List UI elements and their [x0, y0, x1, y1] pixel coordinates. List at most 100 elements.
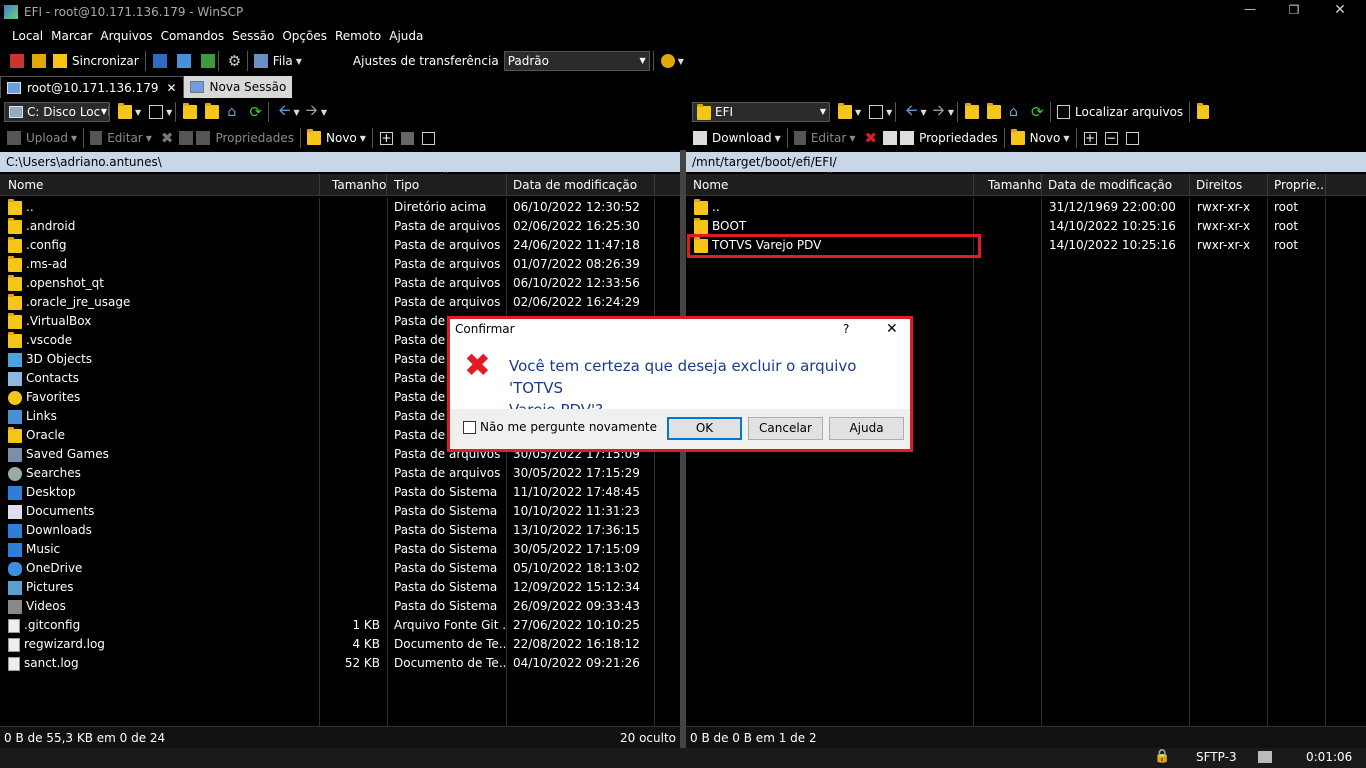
file-row[interactable]: regwizard.log 4 KB Documento de Te... 22/08… [0, 635, 680, 654]
new-button[interactable]: Novo ▼ [1008, 127, 1073, 149]
file-row[interactable]: Pictures Pasta do Sistema 12/09/2022 15:12… [0, 578, 680, 597]
unselect-icon[interactable] [400, 131, 414, 145]
menu-arquivos[interactable]: Arquivos [100, 29, 152, 43]
filter-select-icon[interactable] [421, 131, 435, 145]
putty-icon[interactable] [176, 54, 191, 68]
col-size[interactable]: Tamanho [320, 174, 387, 196]
file-row[interactable]: sanct.log 52 KB Documento de Te... 04/10/20… [0, 654, 680, 673]
minimize-icon[interactable]: — [1240, 2, 1260, 16]
open-folder-icon[interactable] [838, 103, 852, 119]
right-path-bar[interactable]: /mnt/target/boot/efi/EFI/ [686, 152, 1366, 172]
find-files-button[interactable]: Localizar arquivos [1054, 101, 1186, 123]
rename-icon[interactable] [883, 131, 898, 145]
parent-dir-icon[interactable] [965, 103, 979, 119]
menu-remoto[interactable]: Remoto [335, 29, 381, 43]
help-button[interactable]: Ajuda [829, 417, 904, 440]
menu-local[interactable]: Local [12, 29, 43, 43]
filter-select-icon[interactable] [1125, 131, 1139, 145]
file-row[interactable]: Searches Pasta de arquivos 30/05/2022 17:1… [0, 464, 680, 483]
delete-icon[interactable]: ✖ [161, 129, 174, 147]
root-dir-icon[interactable] [205, 103, 220, 119]
transfer-settings-select[interactable]: Padrão ▼ [503, 51, 650, 71]
menu-ajuda[interactable]: Ajuda [389, 29, 423, 43]
file-row[interactable]: OneDrive Pasta do Sistema 05/10/2022 18:13… [0, 559, 680, 578]
col-owner[interactable]: Proprie... [1268, 174, 1326, 196]
file-row[interactable]: .android Pasta de arquivos 02/06/2022 16:2… [0, 217, 680, 236]
home-icon[interactable]: ⌂ [1009, 104, 1025, 120]
parent-dir-icon[interactable] [183, 103, 198, 119]
file-row[interactable]: .openshot_qt Pasta de arquivos 06/10/2022 … [0, 274, 680, 293]
filter-icon[interactable] [869, 105, 884, 119]
drive-select[interactable]: C: Disco Local ▼ [4, 102, 110, 122]
file-row[interactable]: .config Pasta de arquivos 24/06/2022 11:47… [0, 236, 680, 255]
filter-icon[interactable] [149, 105, 164, 119]
file-row[interactable]: .ms-ad Pasta de arquivos 01/07/2022 08:26:… [0, 255, 680, 274]
chevron-down-icon[interactable]: ▼ [855, 108, 861, 117]
left-path-bar[interactable]: C:\Users\adriano.antunes\ [0, 152, 680, 172]
menu-comandos[interactable]: Comandos [161, 29, 225, 43]
remote-dir-select[interactable]: EFI ▼ [692, 102, 830, 122]
help-icon[interactable]: ? [843, 319, 849, 339]
forward-arrow-icon[interactable]: 🡪 [933, 100, 945, 125]
edit-button[interactable]: Editar ▼ [87, 127, 155, 149]
refresh-icon[interactable]: ⟳ [249, 104, 265, 120]
sync-button[interactable]: Sincronizar [50, 50, 142, 72]
properties-button[interactable]: Propriedades [193, 127, 297, 149]
remote-file-row[interactable]: .. 31/12/1969 22:00:00 rwxr-xr-x root [686, 198, 1366, 217]
edit-button[interactable]: Editar ▼ [791, 127, 859, 149]
chevron-down-icon[interactable]: ▼ [886, 108, 892, 117]
refresh-icon[interactable]: ⟳ [1031, 104, 1047, 120]
chevron-down-icon[interactable]: ▼ [948, 108, 954, 117]
file-row[interactable]: .gitconfig 1 KB Arquivo Fonte Git ... 27/06… [0, 616, 680, 635]
terminal-icon[interactable] [152, 54, 167, 68]
col-size[interactable]: Tamanho [974, 174, 1042, 196]
cancel-button[interactable]: Cancelar [748, 417, 823, 440]
rename-icon[interactable] [179, 131, 194, 145]
menu-marcar[interactable]: Marcar [51, 29, 92, 43]
tab-new-session[interactable]: Nova Sessão [183, 76, 293, 98]
file-row[interactable]: Documents Pasta do Sistema 10/10/2022 11:3… [0, 502, 680, 521]
sync-browse-icon[interactable] [32, 54, 46, 68]
queue-button[interactable]: Fila ▼ [251, 50, 305, 72]
select-all-icon[interactable]: + [1083, 131, 1097, 145]
file-row[interactable]: Downloads Pasta do Sistema 13/10/2022 17:3… [0, 521, 680, 540]
upload-button[interactable]: Upload ▼ [4, 127, 80, 149]
chevron-down-icon[interactable]: ▼ [678, 57, 684, 66]
queue-icon[interactable] [200, 54, 215, 68]
col-date[interactable]: Data de modificação [1042, 174, 1190, 196]
ok-button[interactable]: OK [667, 417, 742, 440]
new-button[interactable]: Novo ▼ [304, 127, 369, 149]
forward-arrow-icon[interactable]: 🡪 [306, 100, 318, 125]
file-row[interactable]: Desktop Pasta do Sistema 11/10/2022 17:48:… [0, 483, 680, 502]
transfer-preset-icon[interactable] [660, 54, 675, 68]
tree-icon[interactable] [1197, 103, 1210, 119]
chevron-down-icon[interactable]: ▼ [294, 108, 300, 117]
compare-dirs-icon[interactable] [10, 54, 24, 68]
col-date[interactable]: Data de modificação [507, 174, 655, 196]
unselect-icon[interactable]: − [1104, 131, 1118, 145]
dont-ask-label[interactable]: Não me pergunte novamente [480, 420, 657, 434]
delete-icon[interactable]: ✖ [865, 129, 878, 147]
chevron-down-icon[interactable]: ▼ [921, 108, 927, 117]
back-arrow-icon[interactable]: 🡨 [905, 100, 917, 125]
home-icon[interactable]: ⌂ [227, 104, 243, 120]
download-button[interactable]: Download ▼ [690, 127, 784, 149]
chevron-down-icon[interactable]: ▼ [135, 108, 141, 117]
col-rights[interactable]: Direitos [1190, 174, 1268, 196]
close-window-icon[interactable]: ✕ [1330, 2, 1350, 18]
tab-session[interactable]: root@10.171.136.179 ✕ [0, 76, 184, 98]
file-row[interactable]: Videos Pasta do Sistema 26/09/2022 09:33:4… [0, 597, 680, 616]
back-arrow-icon[interactable]: 🡨 [278, 100, 290, 125]
properties-button[interactable]: Propriedades [897, 127, 1001, 149]
menu-sessao[interactable]: Sessão [232, 29, 274, 43]
restore-icon[interactable]: ❐ [1284, 3, 1304, 17]
root-dir-icon[interactable] [987, 103, 1001, 119]
chevron-down-icon[interactable]: ▼ [166, 108, 172, 117]
select-all-icon[interactable]: + [379, 131, 393, 145]
file-row[interactable]: .oracle_jre_usage Pasta de arquivos 02/06/… [0, 293, 680, 312]
dont-ask-checkbox[interactable] [463, 421, 476, 434]
col-name[interactable]: Nome [2, 174, 320, 196]
close-dialog-icon[interactable]: ✕ [886, 319, 898, 339]
gear-icon[interactable]: ⚙ [228, 53, 244, 69]
menu-opcoes[interactable]: Opções [282, 29, 327, 43]
